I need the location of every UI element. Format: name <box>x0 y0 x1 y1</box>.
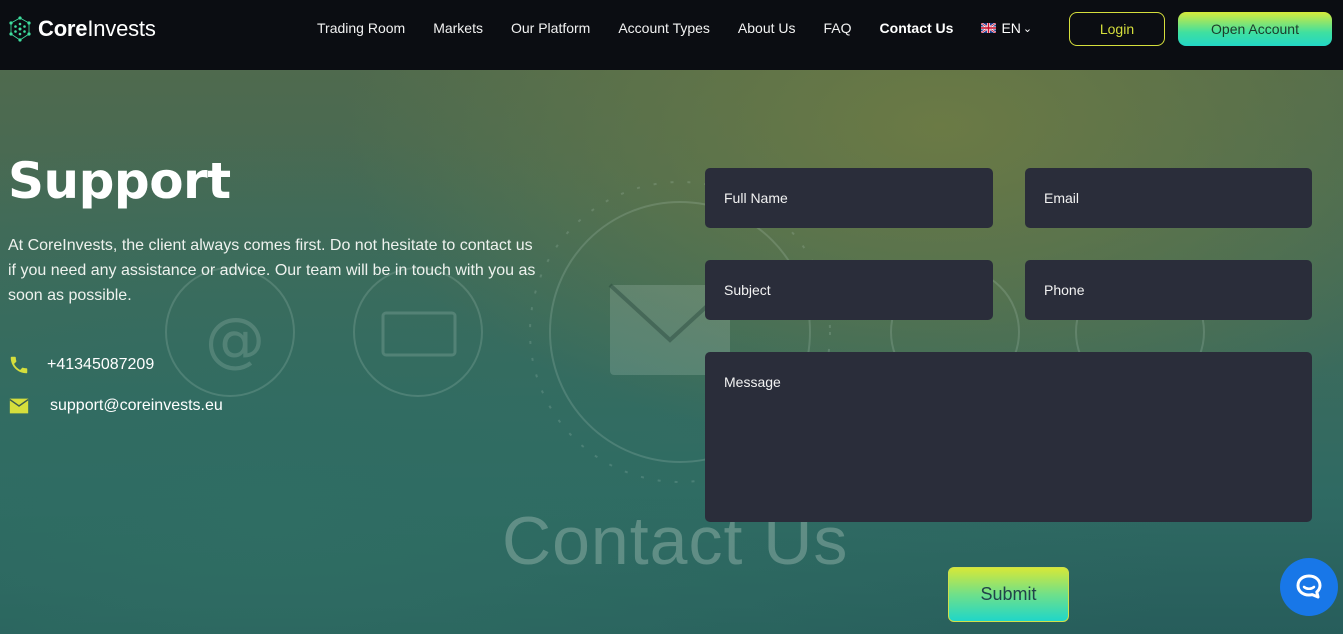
main-nav: Trading Room Markets Our Platform Accoun… <box>317 20 1032 36</box>
support-description: At CoreInvests, the client always comes … <box>8 237 536 304</box>
chat-bubble-icon <box>1296 574 1322 599</box>
svg-text:@: @ <box>205 305 265 375</box>
chevron-down-icon: ⌄ <box>1022 22 1033 35</box>
phone-contact[interactable]: +41345087209 <box>8 354 154 376</box>
email-field[interactable]: Email <box>1025 168 1312 228</box>
nav-contact-us[interactable]: Contact Us <box>880 20 954 36</box>
language-label: EN <box>1001 20 1021 36</box>
chat-widget-button[interactable] <box>1280 558 1338 616</box>
brand-name: CoreInvests <box>38 16 156 41</box>
email-address: support@coreinvests.eu <box>50 397 223 414</box>
nav-account-types[interactable]: Account Types <box>618 20 710 36</box>
phone-field[interactable]: Phone <box>1025 260 1312 320</box>
subject-field[interactable]: Subject <box>705 260 993 320</box>
top-navbar: CoreInvests Trading Room Markets Our Pla… <box>0 0 1343 70</box>
mail-icon <box>9 398 29 414</box>
open-account-button[interactable]: Open Account <box>1178 12 1332 46</box>
submit-button[interactable]: Submit <box>948 567 1069 622</box>
contact-hero: @ Contact Us Support At CoreInvests, the… <box>0 70 1343 634</box>
message-field[interactable]: Message <box>705 352 1312 522</box>
nav-our-platform[interactable]: Our Platform <box>511 20 590 36</box>
phone-number: +41345087209 <box>47 356 155 373</box>
login-button[interactable]: Login <box>1069 12 1165 46</box>
nav-faq[interactable]: FAQ <box>824 20 852 36</box>
page-title: Support <box>8 152 231 210</box>
brand-logo[interactable]: CoreInvests <box>8 16 156 42</box>
full-name-field[interactable]: Full Name <box>705 168 993 228</box>
uk-flag-icon <box>981 23 997 33</box>
language-selector[interactable]: EN ⌄ <box>981 20 1032 36</box>
email-contact[interactable]: support@coreinvests.eu <box>8 395 223 417</box>
nav-trading-room[interactable]: Trading Room <box>317 20 405 36</box>
nav-markets[interactable]: Markets <box>433 20 483 36</box>
phone-icon <box>10 356 28 374</box>
hexagon-network-icon <box>9 16 31 42</box>
nav-about-us[interactable]: About Us <box>738 20 796 36</box>
